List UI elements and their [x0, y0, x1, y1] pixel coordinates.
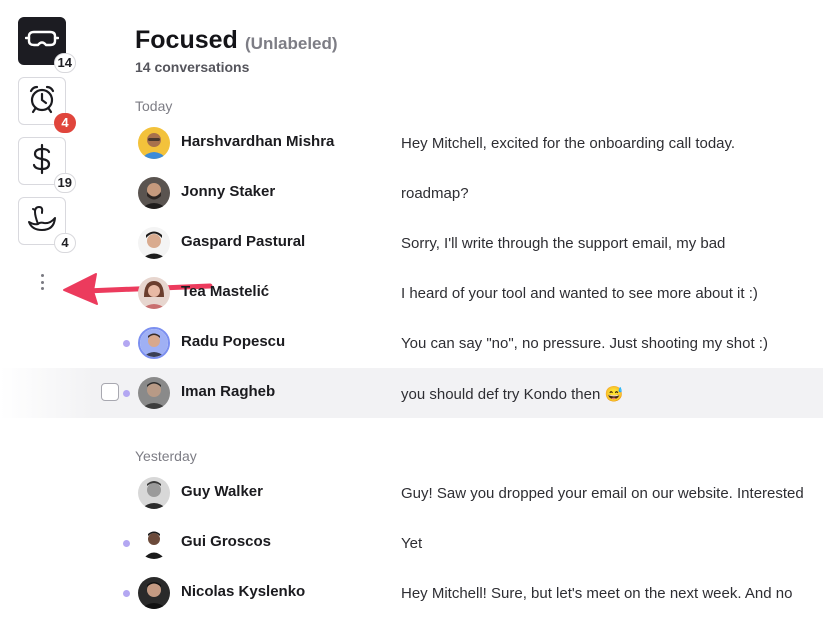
message-preview: You can say "no", no pressure. Just shoo… [401, 335, 768, 352]
conversation-row[interactable]: Gui Groscos Yet [0, 518, 823, 568]
avatar [138, 177, 170, 209]
contact-name: Nicolas Kyslenko [181, 583, 306, 600]
avatar [138, 477, 170, 509]
avatar [138, 127, 170, 159]
contact-name: Iman Ragheb [181, 383, 276, 400]
message-preview: Yet [401, 535, 423, 552]
page-subtitle: (Unlabeled) [245, 34, 338, 53]
message-preview: Guy! Saw you dropped your email on our w… [401, 485, 804, 502]
sidebar-button-focused[interactable]: 14 [18, 17, 76, 73]
alarm-clock-icon [27, 84, 57, 119]
section-yesterday: Yesterday [135, 448, 197, 464]
contact-name: Jonny Staker [181, 183, 276, 200]
conversation-row[interactable]: Iman Ragheb you should def try Kondo the… [0, 368, 823, 418]
message-preview: I heard of your tool and wanted to see m… [401, 285, 758, 302]
avatar [138, 377, 170, 409]
conversation-row[interactable]: Nicolas Kyslenko Hey Mitchell! Sure, but… [0, 568, 823, 618]
avatar [138, 277, 170, 309]
contact-name: Tea Mastelić [181, 283, 270, 300]
contact-name: Radu Popescu [181, 333, 286, 350]
conversation-row[interactable]: Harshvardhan Mishra Hey Mitchell, excite… [0, 118, 823, 168]
message-preview: you should def try Kondo then 😅 [401, 386, 624, 403]
conversation-row[interactable]: Gaspard Pastural Sorry, I'll write throu… [0, 218, 823, 268]
avatar [138, 327, 170, 359]
message-preview: Hey Mitchell, excited for the onboarding… [401, 135, 736, 152]
avatar [138, 527, 170, 559]
vr-goggles-icon [24, 28, 60, 55]
conversation-row[interactable]: Radu Popescu You can say "no", no pressu… [0, 318, 823, 368]
avatar [138, 227, 170, 259]
section-today: Today [135, 98, 173, 114]
conversation-row[interactable]: Guy Walker Guy! Saw you dropped your ema… [0, 468, 823, 518]
message-preview: Sorry, I'll write through the support em… [401, 235, 726, 252]
conversation-count: 14 conversations [135, 59, 250, 75]
conversation-row[interactable]: Tea Mastelić I heard of your tool and wa… [0, 268, 823, 318]
conversation-row[interactable]: Jonny Staker roadmap? [0, 168, 823, 218]
unread-dot [123, 540, 130, 547]
unread-dot [123, 590, 130, 597]
contact-name: Guy Walker [181, 483, 263, 500]
unread-dot [123, 390, 130, 397]
select-checkbox[interactable] [101, 383, 119, 401]
focused-count-badge: 14 [53, 53, 76, 73]
contact-name: Gaspard Pastural [181, 233, 306, 250]
message-preview: Hey Mitchell! Sure, but let's meet on th… [401, 585, 793, 602]
message-preview: roadmap? [401, 185, 469, 202]
unread-dot [123, 340, 130, 347]
contact-name: Harshvardhan Mishra [181, 133, 335, 150]
page-title: Focused [135, 26, 238, 54]
avatar [138, 577, 170, 609]
contact-name: Gui Groscos [181, 533, 272, 550]
